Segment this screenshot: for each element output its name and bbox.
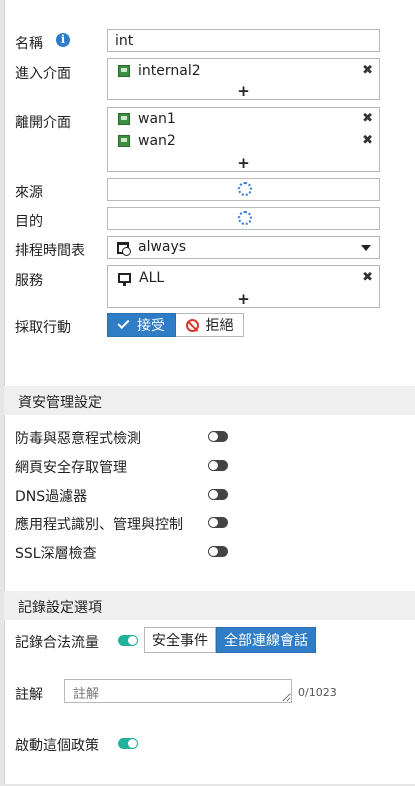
list-item: wan2 — [118, 131, 176, 151]
remove-icon[interactable]: ✖ — [362, 64, 373, 78]
add-icon[interactable]: + — [108, 156, 379, 171]
dns-filter-toggle[interactable] — [208, 489, 228, 500]
loading-spinner-icon — [238, 182, 252, 196]
add-icon[interactable]: + — [108, 292, 379, 307]
web-filter-label: 網頁安全存取管理 — [15, 460, 127, 476]
accept-label: 接受 — [137, 318, 165, 334]
all-sessions-option[interactable]: 全部連線會話 — [216, 627, 316, 653]
deny-label: 拒絕 — [205, 318, 234, 334]
action-label: 採取行動 — [15, 320, 71, 336]
loading-spinner-icon — [238, 211, 252, 225]
outgoing-interface-label: 離開介面 — [15, 115, 71, 131]
enable-policy-toggle[interactable] — [118, 738, 138, 749]
monitor-icon — [118, 273, 131, 286]
outgoing-interface-box[interactable]: wan1 ✖ wan2 ✖ + — [107, 107, 380, 172]
interface-name: wan1 — [138, 111, 176, 127]
schedule-label: 排程時間表 — [15, 243, 85, 259]
security-section-header: 資安管理設定 — [4, 386, 415, 415]
source-label: 來源 — [15, 185, 43, 201]
app-control-label: 應用程式識別、管理與控制 — [15, 517, 183, 533]
log-mode-segment: 安全事件 全部連線會話 — [144, 627, 316, 653]
log-traffic-toggle[interactable] — [118, 635, 138, 646]
list-item: wan1 — [118, 109, 176, 129]
incoming-interface-label: 進入介面 — [15, 66, 71, 82]
chevron-down-icon — [361, 245, 371, 251]
enable-policy-label: 啟動這個政策 — [15, 738, 99, 754]
action-toggle-group: 接受 拒絕 — [107, 313, 244, 337]
network-port-icon — [118, 135, 130, 147]
calendar-clock-icon — [117, 242, 131, 256]
destination-label: 目的 — [15, 214, 43, 230]
info-icon[interactable]: i — [56, 33, 70, 47]
dns-filter-label: DNS過濾器 — [15, 489, 88, 505]
list-item: internal2 — [118, 61, 201, 81]
comment-label: 註解 — [15, 687, 43, 703]
interface-name: wan2 — [138, 133, 176, 149]
ssl-inspection-label: SSL深層檢查 — [15, 546, 97, 562]
name-label: 名稱 — [15, 36, 43, 52]
comment-textarea[interactable] — [64, 679, 292, 703]
comment-char-count: 0/1023 — [298, 686, 337, 699]
source-box[interactable] — [107, 178, 380, 201]
schedule-select[interactable]: always — [107, 236, 380, 259]
app-control-toggle[interactable] — [208, 517, 228, 528]
schedule-value: always — [138, 239, 187, 255]
antivirus-toggle[interactable] — [208, 431, 228, 442]
list-item: ALL — [118, 268, 164, 288]
service-box[interactable]: ALL ✖ + — [107, 265, 380, 308]
remove-icon[interactable]: ✖ — [362, 271, 373, 285]
service-name: ALL — [139, 270, 165, 286]
accept-button[interactable]: 接受 — [107, 313, 176, 337]
ssl-inspection-toggle[interactable] — [208, 546, 228, 557]
name-input[interactable] — [107, 29, 380, 52]
remove-icon[interactable]: ✖ — [362, 112, 373, 126]
add-icon[interactable]: + — [108, 84, 379, 99]
checkmark-icon — [117, 316, 130, 330]
interface-name: internal2 — [138, 63, 201, 79]
destination-box[interactable] — [107, 207, 380, 230]
network-port-icon — [118, 113, 130, 125]
deny-button[interactable]: 拒絕 — [176, 313, 244, 337]
deny-icon — [185, 318, 199, 332]
incoming-interface-box[interactable]: internal2 ✖ + — [107, 58, 380, 100]
log-traffic-label: 記錄合法流量 — [15, 635, 99, 651]
service-label: 服務 — [15, 273, 43, 289]
web-filter-toggle[interactable] — [208, 460, 228, 471]
remove-icon[interactable]: ✖ — [362, 134, 373, 148]
network-port-icon — [118, 65, 130, 77]
logging-section-header: 記錄設定選項 — [4, 591, 415, 620]
antivirus-label: 防毒與惡意程式檢測 — [15, 431, 141, 447]
security-events-option[interactable]: 安全事件 — [144, 627, 216, 653]
